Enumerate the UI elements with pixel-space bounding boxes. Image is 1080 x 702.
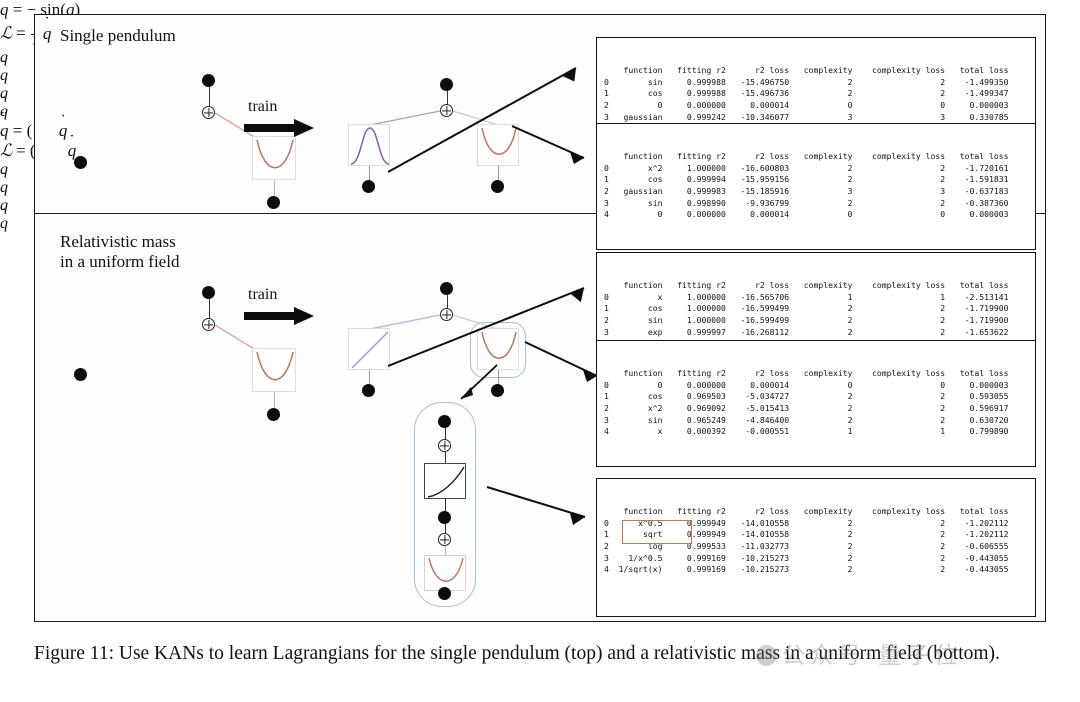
- table-row: 0 x^0.5 0.999949 -14.010558 2 2 -1.20211…: [604, 517, 1009, 528]
- subdiagram-node-middle: [438, 511, 451, 524]
- system-name-relativistic-line2: in a uniform field: [60, 252, 180, 271]
- table-row: 2 0 0.000000 0.000014 0 0 0.000003: [604, 99, 1009, 110]
- figure-page: Single pendulum q = − sin(q) ℒ = 12q2 + …: [0, 0, 1080, 702]
- table-header: function fitting r2 r2 loss complexity c…: [623, 280, 1009, 291]
- table-row: 3 sin 0.998990 -9.936799 2 2 -0.387360: [604, 197, 1009, 208]
- table-header: function fitting r2 r2 loss complexity c…: [623, 368, 1009, 379]
- kan-input-node-qdot: [491, 180, 504, 193]
- figure-caption: Figure 11: Use KANs to learn Lagrangians…: [34, 643, 1000, 664]
- table-row: 3 sin 0.965249 -4.846400 2 2 0.630720: [604, 414, 1009, 425]
- result-table-4: function fitting r2 r2 loss complexity c…: [596, 340, 1036, 467]
- kan-input-node-q: [362, 384, 375, 397]
- kan-input-node-q: [362, 180, 375, 193]
- table-row: 4 1/sqrt(x) 0.999169 -10.215273 2 2 -0.4…: [604, 564, 1009, 575]
- result-table-2: function fitting r2 r2 loss complexity c…: [596, 123, 1036, 250]
- activation-box-sqrt: [424, 463, 466, 499]
- table-row: 4 0 0.000000 0.000014 0 0 0.000003: [604, 209, 1009, 220]
- system-name-single-pendulum: Single pendulum: [60, 26, 176, 45]
- table-row: 2 gaussian 0.999983 -15.185916 3 3 -0.63…: [604, 185, 1009, 196]
- table-row: 1 cos 0.969503 -5.034727 2 2 0.593055: [604, 391, 1009, 402]
- table-header: function fitting r2 r2 loss complexity c…: [623, 506, 1009, 517]
- kan-input-node-qdot: [267, 196, 280, 209]
- pointer-arrow-to-table-2: [511, 125, 585, 164]
- kan-input-node-q: [74, 368, 87, 381]
- train-arrow-bottom: [244, 307, 314, 325]
- table-row: 0 x^2 1.000000 -16.600803 2 2 -1.720161: [604, 162, 1009, 173]
- table-row: 2 sin 1.000000 -16.599499 2 2 -1.719900: [604, 314, 1009, 325]
- kan-subdiagram-relativistic-detail: [414, 402, 476, 607]
- pointer-arrow-to-table-4: [524, 341, 598, 382]
- kan-diagram-relativistic-before: [60, 272, 320, 421]
- table-row: 2 x^2 0.969092 -5.015413 2 2 0.596917: [604, 402, 1009, 413]
- activation-box-parabola: [424, 555, 466, 591]
- subdiagram-node-top: [438, 415, 451, 428]
- activation-box-parabola: [252, 136, 296, 180]
- subdiagram-node-bottom: [438, 587, 451, 600]
- sum-node-icon: [438, 533, 451, 546]
- table-row: 3 gaussian 0.999242 -10.346077 3 3 0.330…: [604, 111, 1009, 122]
- table-header: function fitting r2 r2 loss complexity c…: [623, 65, 1009, 76]
- train-label-bottom: train: [248, 286, 278, 303]
- subdiagram-edge-3: [444, 499, 446, 511]
- table-row: 1 cos 0.999994 -15.959156 2 2 -1.591831: [604, 174, 1009, 185]
- table-row: 0 x 1.000000 -16.565706 1 1 -2.513141: [604, 291, 1009, 302]
- train-arrow-top: [244, 119, 314, 137]
- table-row: 3 1/x^0.5 0.999169 -10.215273 2 2 -0.443…: [604, 552, 1009, 563]
- table-header: function fitting r2 r2 loss complexity c…: [623, 151, 1009, 162]
- table-row: 2 log 0.999533 -11.032773 2 2 -0.606555: [604, 540, 1009, 551]
- table-row: 0 0 0.000000 0.000014 0 0 0.000003: [604, 379, 1009, 390]
- system-name-relativistic-line1: Relativistic mass: [60, 232, 176, 251]
- table-row: 1 cos 1.000000 -16.599499 2 2 -1.719900: [604, 303, 1009, 314]
- table-row: 3 exp 0.999997 -16.268112 2 2 -1.653622: [604, 326, 1009, 337]
- table-row: 4 x 0.000392 -0.000551 1 1 0.799890: [604, 426, 1009, 437]
- pointer-arrow-to-table-5: [486, 486, 586, 525]
- table-row: 0 sin 0.999988 -15.496750 2 2 -1.499350: [604, 76, 1009, 87]
- table-row: 1 cos 0.999988 -15.496736 2 2 -1.499347: [604, 88, 1009, 99]
- table-row: 1 sqrt 0.999949 -14.010558 2 2 -1.202112: [604, 529, 1009, 540]
- kan-input-node-qdot: [267, 408, 280, 421]
- train-label-top: train: [248, 98, 278, 115]
- result-table-5: function fitting r2 r2 loss complexity c…: [596, 478, 1036, 617]
- pointer-arrow-to-subdiagram: [460, 364, 498, 400]
- sum-node-icon: [438, 439, 451, 452]
- activation-box-parabola: [252, 348, 296, 392]
